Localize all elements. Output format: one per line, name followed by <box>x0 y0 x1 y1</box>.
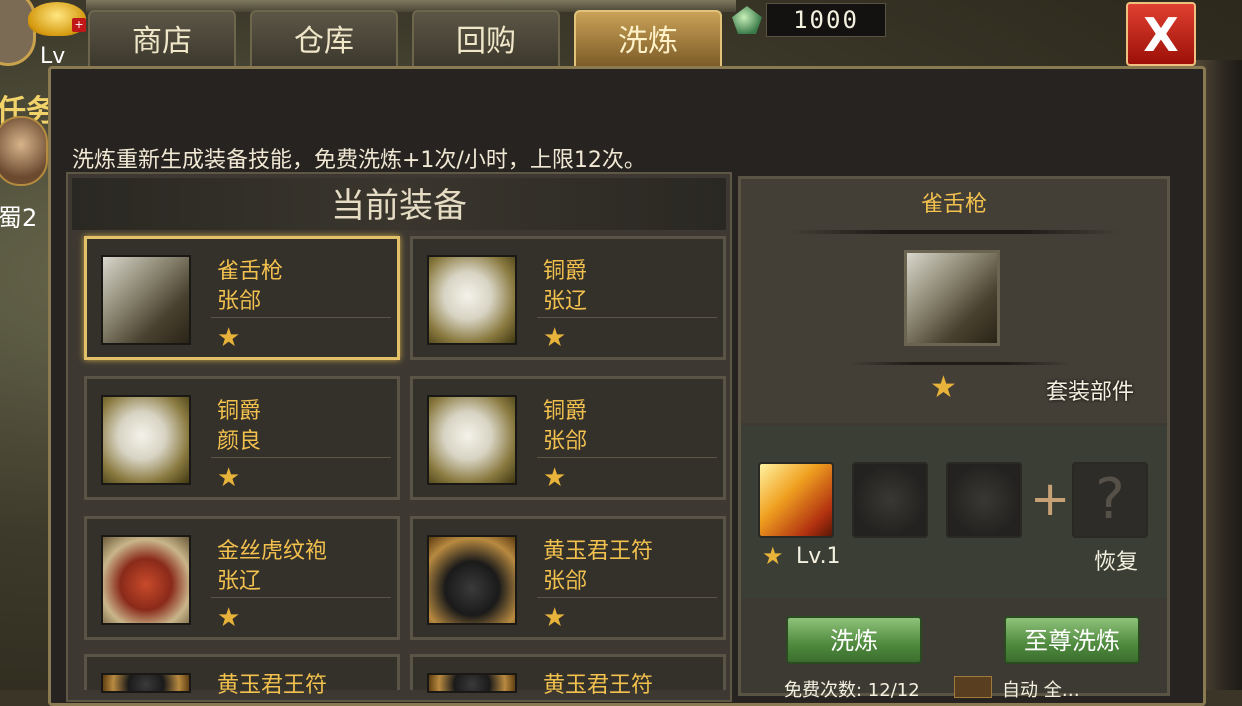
horse-icon <box>427 395 517 485</box>
auto-checkbox-label: 自动 全… <box>1002 680 1080 701</box>
star-icon: ★ <box>217 323 241 353</box>
gem-count: 1000 <box>766 3 886 37</box>
hero-portrait[interactable] <box>0 116 48 186</box>
tab-warehouse[interactable]: 仓库 <box>250 10 398 68</box>
equipment-name: 铜爵 <box>217 399 262 424</box>
equipment-name: 铜爵 <box>543 399 588 424</box>
free-count-label: 免费次数: 12/12 <box>784 680 920 701</box>
close-button[interactable]: X <box>1126 2 1196 66</box>
star-icon: ★ <box>930 370 957 405</box>
blade-skill-icon[interactable] <box>758 462 834 538</box>
tab-buyback[interactable]: 回购 <box>412 10 560 68</box>
equipment-card[interactable]: 黄玉君王符 张郃 ★ <box>410 516 726 640</box>
spear-icon <box>101 255 191 345</box>
equipment-card[interactable]: 铜爵 张郃 ★ <box>410 376 726 500</box>
refine-description: 洗炼重新生成装备技能，免费洗炼+1次/小时，上限12次。 <box>72 148 646 173</box>
equipment-card[interactable]: 雀舌枪 张郃 ★ <box>84 236 400 360</box>
equipment-card[interactable]: 黄玉君王符 <box>84 654 400 698</box>
skill-level-label: Lv.1 <box>796 544 841 569</box>
left-side-text: 蜀2 <box>0 204 38 232</box>
refine-button[interactable]: 洗炼 <box>786 616 922 664</box>
horse-icon <box>101 395 191 485</box>
equipment-name: 黄玉君王符 <box>217 673 328 698</box>
add-gold-icon[interactable]: + <box>72 18 86 32</box>
tab-shop[interactable]: 商店 <box>88 10 236 68</box>
card-divider <box>537 597 717 598</box>
robe-icon <box>101 535 191 625</box>
equipment-owner: 张郃 <box>543 429 588 454</box>
star-icon: ★ <box>762 542 784 570</box>
empty-skill-slot[interactable] <box>852 462 928 538</box>
equipment-owner: 颜良 <box>217 429 262 454</box>
unknown-skill-slot[interactable]: ? <box>1072 462 1148 538</box>
star-icon: ★ <box>543 323 567 353</box>
equipment-name: 金丝虎纹袍 <box>217 539 328 564</box>
equipment-name: 黄玉君王符 <box>543 539 654 564</box>
tab-refine[interactable]: 洗炼 <box>574 10 722 68</box>
tiger-talisman-icon <box>427 673 517 693</box>
detail-divider <box>850 362 1070 365</box>
equipment-owner: 张辽 <box>543 289 588 314</box>
empty-skill-slot[interactable] <box>946 462 1022 538</box>
equipment-card[interactable]: 铜爵 张辽 ★ <box>410 236 726 360</box>
card-divider <box>211 317 391 318</box>
star-icon: ★ <box>543 603 567 633</box>
equipment-card[interactable]: 黄玉君王符 <box>410 654 726 698</box>
card-divider <box>211 457 391 458</box>
plus-icon: + <box>1030 471 1071 527</box>
horse-icon <box>427 255 517 345</box>
supreme-refine-button[interactable]: 至尊洗炼 <box>1004 616 1140 664</box>
tiger-talisman-icon <box>101 673 191 693</box>
equipment-panel-title: 当前装备 <box>72 178 726 230</box>
detail-equipment-name: 雀舌枪 <box>920 192 987 217</box>
card-divider <box>537 317 717 318</box>
star-icon: ★ <box>543 463 567 493</box>
spear-icon <box>904 250 1000 346</box>
card-divider <box>537 457 717 458</box>
star-icon: ★ <box>217 603 241 633</box>
equipment-name: 雀舌枪 <box>217 259 284 284</box>
tiger-talisman-icon <box>427 535 517 625</box>
star-icon: ★ <box>217 463 241 493</box>
card-divider <box>211 597 391 598</box>
equipment-owner: 张辽 <box>217 569 262 594</box>
detail-divider <box>790 230 1120 234</box>
equipment-card[interactable]: 铜爵 颜良 ★ <box>84 376 400 500</box>
equipment-card[interactable]: 金丝虎纹袍 张辽 ★ <box>84 516 400 640</box>
set-part-label: 套装部件 <box>1046 380 1135 405</box>
equipment-name: 铜爵 <box>543 259 588 284</box>
auto-checkbox[interactable] <box>954 676 992 698</box>
equipment-owner: 张郃 <box>217 289 262 314</box>
equipment-name: 黄玉君王符 <box>543 673 654 698</box>
equipment-owner: 张郃 <box>543 569 588 594</box>
restore-button[interactable]: 恢复 <box>1094 544 1138 576</box>
